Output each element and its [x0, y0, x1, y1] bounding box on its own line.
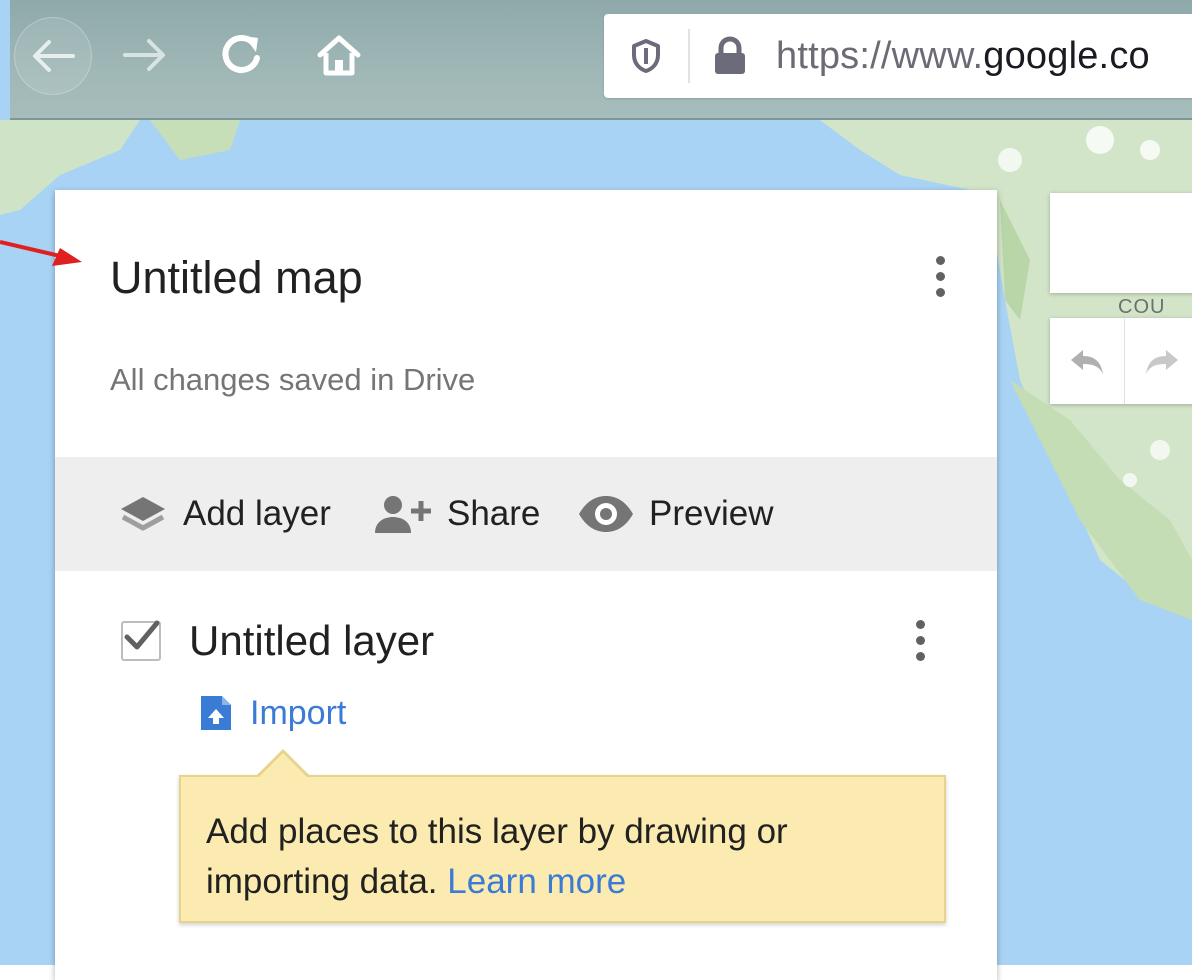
share-button[interactable]: Share [373, 457, 540, 571]
address-bar-separator [688, 29, 690, 83]
tracking-shield-icon [632, 39, 660, 73]
layers-icon [121, 497, 165, 531]
url-text[interactable]: https://www.google.co [776, 35, 1150, 78]
map-title[interactable]: Untitled map [110, 252, 363, 304]
layer-name[interactable]: Untitled layer [189, 617, 434, 665]
layer-header: Untitled layer [121, 608, 434, 674]
panel-toolbar: Add layer Share Preview [55, 457, 997, 571]
lock-icon [715, 36, 745, 74]
file-upload-icon [201, 696, 231, 730]
home-icon [317, 35, 361, 76]
learn-more-link[interactable]: Learn more [447, 862, 626, 901]
layer-tip: Add places to this layer by drawing or i… [179, 775, 946, 923]
eye-icon [579, 496, 633, 532]
site-security-button[interactable] [710, 34, 750, 78]
redo-icon [1146, 350, 1178, 374]
reload-button[interactable] [208, 22, 274, 88]
preview-button[interactable]: Preview [577, 457, 773, 571]
tip-pointer-fill [258, 753, 308, 778]
share-label: Share [447, 494, 541, 533]
import-label: Import [250, 693, 347, 732]
forward-button[interactable] [112, 22, 178, 88]
save-status: All changes saved in Drive [110, 362, 476, 397]
undo-icon [1071, 350, 1103, 374]
more-vert-icon [915, 619, 925, 629]
add-layer-label: Add layer [183, 494, 331, 533]
home-button[interactable] [306, 22, 372, 88]
map-place-label: COU [1118, 296, 1166, 318]
undo-button[interactable] [1050, 318, 1125, 404]
browser-toolbar: https://www.google.co [10, 0, 1192, 120]
reload-icon [222, 35, 260, 73]
redo-button[interactable] [1125, 318, 1192, 404]
layer-visibility-checkbox[interactable] [121, 620, 161, 661]
import-link[interactable]: Import [198, 690, 346, 736]
address-bar[interactable]: https://www.google.co [604, 14, 1192, 98]
check-icon [124, 620, 160, 650]
back-button[interactable] [14, 17, 92, 95]
preview-label: Preview [649, 494, 774, 533]
map-options-button[interactable] [925, 246, 955, 306]
more-vert-icon [935, 255, 945, 265]
annotation-arrow-icon [0, 240, 82, 266]
tip-text: Add places to this layer by drawing or i… [206, 812, 788, 901]
forward-icon [123, 39, 165, 71]
add-layer-button[interactable]: Add layer [117, 457, 331, 571]
person-add-icon [375, 496, 431, 533]
map-search-box[interactable] [1050, 193, 1192, 293]
undo-redo-control [1050, 318, 1192, 404]
layer-options-button[interactable] [905, 610, 935, 670]
tracking-shield-button[interactable] [626, 34, 666, 78]
back-icon [33, 40, 75, 72]
map-panel: Untitled map All changes saved in Drive … [55, 190, 997, 980]
